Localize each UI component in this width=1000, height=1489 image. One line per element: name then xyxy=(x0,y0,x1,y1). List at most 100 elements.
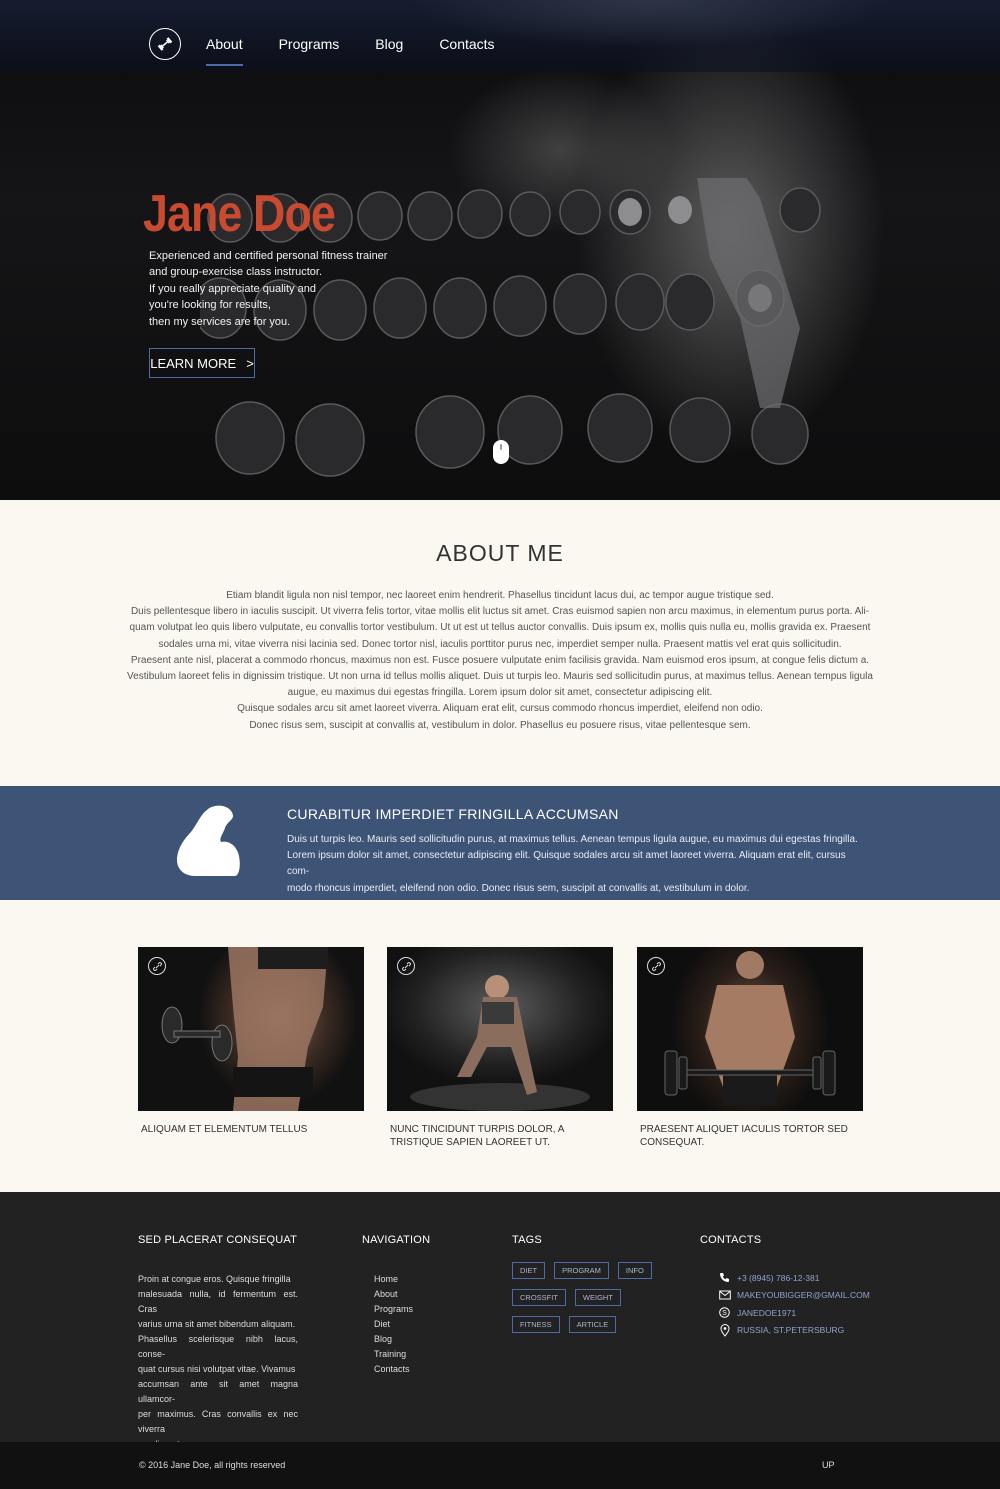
card-photo-illustration xyxy=(664,951,836,1105)
about-title: ABOUT ME xyxy=(436,540,564,566)
about-line: augue, eu maximus dui egestas fringilla.… xyxy=(287,687,713,699)
band-line: modo rhoncus imperdiet, eleifend non odi… xyxy=(287,882,750,894)
tag-diet[interactable]: DIET xyxy=(512,1262,546,1279)
tag-weight[interactable]: WEIGHT xyxy=(574,1289,621,1306)
footer: SED PLACERAT CONSEQUAT Proin at congue e… xyxy=(0,1192,1000,1449)
footer-about-title: SED PLACERAT CONSEQUAT xyxy=(138,1234,298,1246)
card-image-woman-dumbbell[interactable] xyxy=(138,947,364,1111)
footer-nav-programs[interactable]: Programs xyxy=(374,1302,413,1317)
hero-intro-line: you're looking for results, xyxy=(149,299,271,312)
scroll-mouse-icon[interactable] xyxy=(493,440,509,464)
hero-intro-line: and group-exercise class instructor. xyxy=(149,266,323,279)
bottom-bar: © 2016 Jane Doe, all rights reserved UP xyxy=(0,1442,1000,1489)
card-caption[interactable]: NUNC TINCIDUNT TURPIS DOLOR, A TRISTIQUE… xyxy=(387,1124,613,1149)
link-icon[interactable] xyxy=(647,957,665,975)
tag-info[interactable]: INFO xyxy=(617,1262,652,1279)
contact-email-text: MAKEYOUBIGGER@GMAIL.COM xyxy=(737,1290,870,1301)
footer-nav-blog[interactable]: Blog xyxy=(374,1332,413,1347)
footer-navigation: Home About Programs Diet Blog Training C… xyxy=(374,1272,413,1377)
footer-contacts-title: CONTACTS xyxy=(700,1234,762,1246)
link-icon[interactable] xyxy=(397,957,415,975)
top-navigation-bar: About Programs Blog Contacts xyxy=(0,0,1000,72)
about-line: Praesent ante nisl, placerat a commodo r… xyxy=(130,654,870,666)
about-line: sodales urna mi, vitae viverra nisi laci… xyxy=(158,638,842,650)
footer-nav-about[interactable]: About xyxy=(374,1287,413,1302)
hero-section: About Programs Blog Contacts Jane Doe Ex… xyxy=(0,0,1000,500)
card-image-man-barbell[interactable] xyxy=(637,947,863,1111)
feature-band: CURABITUR IMPERDIET FRINGILLA ACCUMSAN D… xyxy=(0,786,1000,900)
card-image-woman-pushup[interactable] xyxy=(387,947,613,1111)
contact-skype-text: JANEDOE1971 xyxy=(737,1307,797,1318)
about-line: Etiam blandit ligula non nisl tempor, ne… xyxy=(226,590,774,601)
footer-about-line: Phasellus scelerisque nibh lacus, conse- xyxy=(138,1334,298,1359)
footer-nav-training[interactable]: Training xyxy=(374,1347,413,1362)
card-caption[interactable]: ALIQUAM ET ELEMENTUM TELLUS xyxy=(138,1124,364,1137)
location-pin-icon xyxy=(718,1323,731,1337)
footer-about-line: accumsan ante sit amet magna ullamcor- xyxy=(138,1379,298,1404)
tag-program[interactable]: PROGRAM xyxy=(554,1262,609,1279)
about-line: Quisque sodales arcu sit amet laoreet vi… xyxy=(237,703,763,715)
about-line: Donec risus sem, suscipit at convallis a… xyxy=(249,719,751,731)
flexed-bicep-icon xyxy=(177,805,240,876)
footer-about-line: Proin at congue eros. Quisque fringilla xyxy=(138,1274,291,1284)
band-line: Duis ut turpis leo. Mauris sed sollicitu… xyxy=(287,834,858,845)
hero-intro-line: then my services are for you. xyxy=(149,315,291,328)
contact-phone-text: +3 (8945) 786-12-381 xyxy=(737,1272,820,1283)
footer-about-line: varius urna sit amet bibendum aliquam. xyxy=(138,1319,296,1329)
footer-nav-diet[interactable]: Diet xyxy=(374,1317,413,1332)
tag-crossfit[interactable]: CROSSFIT xyxy=(512,1289,566,1306)
footer-tags-title: TAGS xyxy=(512,1234,542,1246)
gallery-section: ALIQUAM ET ELEMENTUM TELLUS NUNC TINCIDU… xyxy=(0,900,1000,1192)
gallery-card[interactable]: PRAESENT ALIQUET IACULIS TORTOR SED CONS… xyxy=(637,947,863,1149)
main-nav: About Programs Blog Contacts xyxy=(206,36,531,66)
phone-icon xyxy=(718,1271,731,1284)
gallery-card[interactable]: ALIQUAM ET ELEMENTUM TELLUS xyxy=(138,947,364,1137)
tag-article[interactable]: ARTICLE xyxy=(568,1316,617,1333)
about-line: quam volutpat leo quis libero vulputate,… xyxy=(129,622,871,634)
contact-address-text: RUSSIA, ST.PETERSBURG xyxy=(737,1325,845,1336)
footer-nav-home[interactable]: Home xyxy=(374,1272,413,1287)
band-text: Duis ut turpis leo. Mauris sed sollicitu… xyxy=(287,832,867,897)
copyright-text: © 2016 Jane Doe, all rights reserved xyxy=(139,1460,286,1470)
chevron-right-icon: > xyxy=(246,355,254,371)
band-line: Lorem ipsum dolor sit amet, consectetur … xyxy=(287,850,846,878)
about-line: Duis pellentesque libero in iaculis susc… xyxy=(130,606,870,618)
footer-about-line: per maximus. Cras convallis ex nec viver… xyxy=(138,1409,298,1434)
hero-intro-line: If you really appreciate quality and xyxy=(149,282,316,295)
hero-intro-text: Experienced and certified personal fitne… xyxy=(149,248,389,330)
nav-item-contacts[interactable]: Contacts xyxy=(439,36,494,66)
card-photo-illustration xyxy=(410,975,590,1111)
dumbbell-logo-icon[interactable] xyxy=(149,28,181,60)
scroll-up-button[interactable]: UP xyxy=(822,1460,835,1470)
nav-item-programs[interactable]: Programs xyxy=(279,36,340,66)
link-icon[interactable] xyxy=(148,957,166,975)
footer-navigation-title: NAVIGATION xyxy=(362,1234,431,1246)
hero-intro-line: Experienced and certified personal fitne… xyxy=(149,250,388,262)
nav-item-about[interactable]: About xyxy=(206,36,243,66)
svg-text:S: S xyxy=(722,1310,727,1317)
gallery-card[interactable]: NUNC TINCIDUNT TURPIS DOLOR, A TRISTIQUE… xyxy=(387,947,613,1149)
band-title: CURABITUR IMPERDIET FRINGILLA ACCUMSAN xyxy=(287,806,619,822)
footer-nav-contacts[interactable]: Contacts xyxy=(374,1362,413,1377)
contact-phone[interactable]: +3 (8945) 786-12-381 xyxy=(718,1269,870,1287)
contact-address[interactable]: RUSSIA, ST.PETERSBURG xyxy=(718,1322,870,1340)
footer-about-line: malesuada nulla, id fermentum est. Cras xyxy=(138,1289,298,1314)
mail-icon xyxy=(718,1289,731,1302)
about-line: Vestibulum laoreet felis in dignissim tr… xyxy=(127,671,873,683)
card-caption[interactable]: PRAESENT ALIQUET IACULIS TORTOR SED CONS… xyxy=(637,1124,863,1149)
contact-list: +3 (8945) 786-12-381 MAKEYOUBIGGER@GMAIL… xyxy=(718,1269,870,1339)
tag-fitness[interactable]: FITNESS xyxy=(512,1316,560,1333)
nav-item-blog[interactable]: Blog xyxy=(375,36,403,66)
skype-icon: S xyxy=(718,1306,731,1319)
about-section: ABOUT ME Etiam blandit ligula non nisl t… xyxy=(0,500,1000,786)
about-text: Etiam blandit ligula non nisl tempor, ne… xyxy=(125,588,875,734)
card-photo-illustration xyxy=(161,947,328,1111)
learn-more-button[interactable]: LEARN MORE > xyxy=(149,348,255,378)
hero-name-title: Jane Doe xyxy=(143,185,336,243)
footer-about-line: quat cursus nisi volutpat vitae. Vivamus xyxy=(138,1364,296,1374)
tag-cloud: DIET PROGRAM INFO CROSSFIT WEIGHT FITNES… xyxy=(512,1262,662,1343)
learn-more-label: LEARN MORE xyxy=(150,355,237,371)
footer-about-text: Proin at congue eros. Quisque fringilla … xyxy=(138,1272,298,1452)
contact-email[interactable]: MAKEYOUBIGGER@GMAIL.COM xyxy=(718,1287,870,1305)
contact-skype[interactable]: S JANEDOE1971 xyxy=(718,1304,870,1322)
